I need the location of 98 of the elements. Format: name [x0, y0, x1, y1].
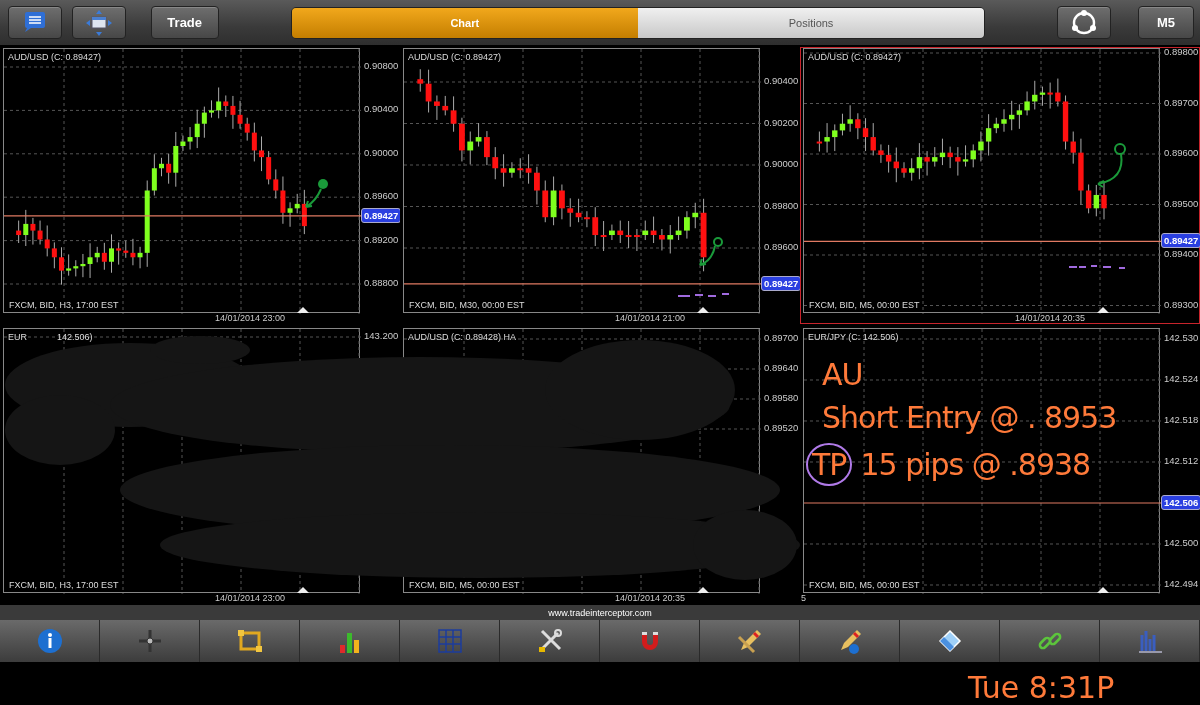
chart-footer: FXCM, BID, M5, 00:00 EST: [408, 580, 521, 590]
info-icon: [35, 627, 64, 655]
axis-label: 143.200: [364, 330, 399, 341]
trade-button[interactable]: Trade: [150, 6, 219, 39]
axis-label: 142.524: [1164, 373, 1199, 384]
axis-label: 142.494: [1164, 578, 1199, 589]
arrow-drawing: [699, 237, 723, 266]
chart-footer: FXCM, BID, H3, 17:00 EST: [8, 580, 120, 590]
axis-label: 0.89640: [764, 362, 799, 373]
candle: [59, 246, 64, 286]
price-tag: 0.89427: [361, 207, 402, 223]
candle: [259, 135, 264, 172]
candle: [534, 166, 540, 205]
window-icon: [84, 8, 113, 37]
window-button[interactable]: [71, 6, 126, 39]
axis-label: 0.89500: [1164, 197, 1199, 209]
candle: [209, 99, 214, 119]
axis-label: 0.89600: [364, 190, 399, 202]
handwritten-note: TP: [806, 443, 853, 486]
candle: [459, 117, 465, 162]
handwritten-note: Tue 8:31P: [968, 670, 1115, 705]
chart-footer: FXCM, BID, M5, 00:00 EST: [808, 300, 921, 310]
price-tag: 0.89427: [1161, 233, 1200, 249]
candle: [901, 161, 907, 179]
pencil-icon: [735, 627, 764, 655]
chart-footer: FXCM, BID, M5, 00:00 EST: [808, 580, 921, 590]
marker-icon: [697, 587, 709, 593]
arrow-drawing: [1097, 143, 1126, 188]
candle: [109, 233, 114, 274]
axis-label: 0.89520: [764, 422, 799, 433]
marker-icon: [297, 307, 309, 313]
axis-label: 0.89300: [1164, 298, 1199, 310]
axis-label: 0.89400: [1164, 248, 1199, 259]
candle: [1001, 108, 1007, 133]
axis-label: 142.518: [1164, 414, 1199, 425]
chart-title: AUD/USD (C: 0.89428) HA: [408, 332, 517, 342]
chart-title: EUR/JPY (C: 142.506): [808, 332, 899, 342]
axis-label: 0.89800: [764, 199, 799, 211]
axis-label: 0.89200: [364, 233, 399, 245]
axis-label: 0.89580: [764, 392, 799, 403]
dashes-drawing: [1068, 265, 1126, 269]
candle: [434, 94, 440, 121]
date-label: 14/01/2014 20:35: [615, 593, 686, 603]
list-button[interactable]: [8, 6, 62, 39]
candle: [609, 224, 615, 241]
dashes-drawing: [677, 293, 730, 297]
price-tag: 142.506: [1161, 495, 1200, 510]
handwritten-note: Short Entry @ . 8953: [822, 400, 1117, 435]
chart-title: EUR: [8, 332, 27, 342]
chart-title: AUD/USD (C: 0.89427): [408, 52, 502, 62]
axis-label: 142.530: [1164, 332, 1199, 343]
axis-label: 0.89700: [764, 332, 799, 343]
handwritten-note: 15 pips @ .8938: [860, 447, 1091, 482]
grid-icon: [435, 627, 464, 655]
chart-footer: FXCM, BID, H3, 17:00 EST: [8, 300, 120, 310]
date-label: 14/01/2014 23:00: [215, 313, 286, 323]
axis-label: 0.89700: [1164, 96, 1199, 108]
date-label: 14/01/2014 20:35: [1015, 313, 1086, 323]
candle: [559, 184, 565, 220]
frame-icon: [235, 627, 264, 655]
price-tag: 0.89427: [761, 275, 802, 291]
candle: [509, 161, 515, 179]
axis-label: 0.89600: [764, 241, 799, 252]
arrow-drawing: [305, 179, 328, 208]
candle: [484, 130, 490, 166]
chart-footer: FXCM, BID, M30, 00:00 EST: [408, 300, 526, 310]
chart-title: AUD/USD (C: 0.89427): [808, 52, 902, 62]
candle: [684, 210, 690, 240]
view-tab[interactable]: Positions: [637, 7, 985, 38]
date-label: 14/01/2014 23:00: [215, 593, 286, 603]
axis-label: 142.512: [1164, 455, 1199, 466]
axis-label: 0.90400: [364, 103, 399, 115]
axis-label: 0.90000: [364, 146, 399, 158]
candle: [1101, 180, 1107, 220]
marker-icon: [297, 587, 309, 593]
marker-icon: [1097, 587, 1109, 593]
refresh-button[interactable]: [1057, 6, 1112, 39]
axis-label: 142.500: [1164, 537, 1199, 548]
candle: [659, 228, 665, 251]
date-label: 5: [801, 593, 806, 603]
website-label: www.tradeinterceptor.com: [548, 607, 652, 618]
marker-icon: [1097, 307, 1109, 313]
axis-label: 0.90800: [364, 60, 399, 71]
handwritten-note: AU: [822, 357, 863, 392]
axis-label: 0.90200: [764, 116, 799, 128]
date-label: 14/01/2014 21:00: [615, 313, 686, 323]
axis-label: 0.88800: [364, 277, 399, 288]
chart-title: 142.506): [57, 332, 93, 342]
candle: [584, 210, 590, 228]
marker-icon: [697, 307, 709, 313]
axis-label: 0.90000: [764, 158, 799, 169]
axis-label: 0.89800: [1164, 46, 1199, 57]
timeframe-button[interactable]: M5: [1138, 6, 1194, 39]
chart-title: AUD/USD (C: 0.89427): [8, 52, 102, 62]
candle: [159, 157, 164, 177]
candle: [634, 228, 640, 252]
axis-label: 0.89600: [1164, 147, 1199, 158]
axis-label: 0.90400: [764, 75, 799, 86]
